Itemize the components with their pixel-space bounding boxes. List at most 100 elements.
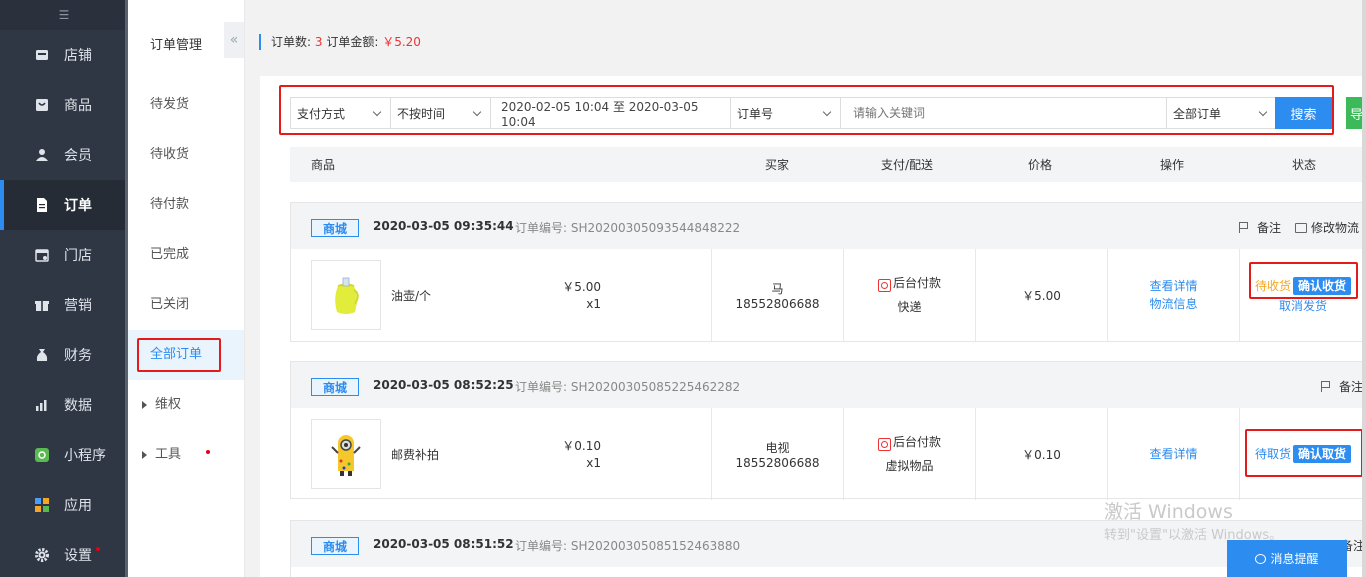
filter-bar: 支付方式 不按时间 2020-02-05 10:04 至 2020-03-05 … — [290, 97, 1277, 129]
time-type-select[interactable]: 不按时间 — [391, 98, 491, 128]
header-action: 操作 — [1160, 158, 1185, 172]
pay-cell: 后台付款 虚拟物品 — [843, 408, 975, 500]
unit-price: ￥5.00 — [562, 280, 601, 294]
nav-item-label: 数据 — [64, 398, 92, 414]
subnav-item-pending-receive[interactable]: 待收货 — [128, 130, 244, 180]
select-value: 订单号 — [737, 106, 774, 121]
select-value: 不按时间 — [397, 106, 446, 121]
order-number: 订单编号: SH20200305085225462282 — [515, 380, 741, 394]
delivery-type: 快递 — [897, 300, 922, 314]
view-detail-link[interactable]: 查看详情 — [1149, 277, 1197, 295]
chevron-down-icon — [372, 107, 382, 116]
product-name[interactable]: 油壶/个 — [391, 287, 431, 304]
nav-item-label: 会员 — [64, 148, 92, 164]
order-card: 商城 2020-03-05 08:52:25 订单编号: SH202003050… — [290, 361, 1366, 500]
subnav-item-pending-ship[interactable]: 待发货 — [128, 80, 244, 130]
order-count-label: 订单数: — [271, 35, 312, 49]
quantity: x1 — [586, 456, 601, 470]
search-button[interactable]: 搜索 — [1275, 97, 1332, 129]
remark-button[interactable]: 备注 — [1321, 378, 1363, 395]
remark-button[interactable]: 备注 — [1239, 219, 1281, 236]
nav-item-member[interactable]: 会员 — [0, 130, 128, 180]
subnav-item-pending-pay[interactable]: 待付款 — [128, 180, 244, 230]
product-thumbnail[interactable] — [311, 260, 381, 330]
nav-item-miniprogram[interactable]: 小程序 — [0, 430, 128, 480]
nav-item-label: 小程序 — [64, 448, 106, 464]
date-range-picker[interactable]: 2020-02-05 10:04 至 2020-03-05 10:04 — [491, 98, 731, 129]
buyer-name: 电视 — [765, 440, 790, 455]
header-product: 商品 — [311, 158, 336, 172]
channel-tag: 商城 — [311, 219, 359, 237]
table-header: 商品 买家 支付/配送 价格 操作 状态 — [290, 147, 1366, 182]
subnav-item-tools[interactable]: 工具 — [128, 430, 244, 480]
nav-item-label: 应用 — [64, 498, 92, 514]
edit-logistics-button[interactable]: 修改物流 — [1295, 219, 1359, 236]
order-body: 油壶/个 ￥5.00 x1 马 18552806688 后台付款 快递 ￥5.0… — [291, 249, 1365, 341]
nav-item-label: 商品 — [64, 98, 92, 114]
nav-item-finance[interactable]: 财务 — [0, 330, 128, 380]
subnav-item-all-orders[interactable]: 全部订单 — [128, 330, 244, 380]
nav-item-order[interactable]: 订单 — [0, 180, 128, 230]
confirm-receipt-button[interactable]: 确认收货 — [1293, 277, 1352, 295]
nav-item-label: 设置 — [64, 548, 92, 564]
buyer-name: 马 — [771, 281, 784, 296]
gift-icon — [34, 297, 50, 313]
order-scope-select[interactable]: 全部订单 — [1167, 98, 1276, 128]
order-count: 3 — [314, 35, 323, 49]
chart-icon — [34, 397, 50, 413]
keyword-input[interactable] — [841, 98, 1167, 128]
windows-activation-watermark: 激活 Windows — [1104, 501, 1233, 523]
buyer-cell: 电视 18552806688 — [711, 408, 843, 500]
chat-bubble-icon — [1255, 553, 1267, 564]
price-cell: ￥0.10 — [975, 408, 1107, 500]
order-body: 邮费补拍 ￥0.10 x1 电视 18552806688 后台付款 虚拟物品 ￥… — [291, 408, 1365, 500]
status-badge: 待收货 — [1254, 279, 1291, 293]
logistics-info-link[interactable]: 物流信息 — [1149, 295, 1197, 313]
header-pay: 支付/配送 — [881, 158, 934, 172]
confirm-pickup-button[interactable]: 确认取货 — [1293, 445, 1352, 463]
nav-item-data[interactable]: 数据 — [0, 380, 128, 430]
page-scrollbar[interactable] — [1362, 0, 1366, 577]
subnav-item-rights[interactable]: 维权 — [128, 380, 244, 430]
message-reminder-label: 消息提醒 — [1270, 552, 1319, 566]
subnav-item-label: 维权 — [155, 397, 182, 412]
nav-item-shop[interactable]: 店铺 — [0, 30, 128, 80]
order-time: 2020-03-05 08:52:25 — [373, 378, 514, 392]
nav-item-goods[interactable]: 商品 — [0, 80, 128, 130]
order-time: 2020-03-05 08:51:52 — [373, 537, 514, 551]
nav-item-apps[interactable]: 应用 — [0, 480, 128, 530]
menu-collapse-button[interactable]: ☰ — [0, 0, 128, 30]
status-badge: 待取货 — [1254, 447, 1291, 461]
message-reminder-button[interactable]: 消息提醒 — [1227, 540, 1347, 577]
order-amount-label: 订单金额: — [326, 35, 379, 49]
header-buyer: 买家 — [765, 158, 790, 172]
product-thumbnail[interactable] — [311, 419, 381, 489]
nav-item-label: 营销 — [64, 298, 92, 314]
order-card: 商城 2020-03-05 09:35:44 订单编号: SH202003050… — [290, 202, 1366, 342]
pay-method: 后台付款 — [892, 435, 941, 449]
payment-icon — [877, 279, 891, 292]
subnav-collapse-button[interactable]: « — [224, 22, 244, 58]
chevron-down-icon — [1258, 107, 1268, 116]
subnav-item-completed[interactable]: 已完成 — [128, 230, 244, 280]
unit-price: ￥0.10 — [562, 439, 601, 453]
buyer-phone: 18552806688 — [735, 296, 820, 311]
money-bag-icon — [34, 347, 50, 363]
subnav-item-closed[interactable]: 已关闭 — [128, 280, 244, 330]
order-icon — [34, 197, 50, 213]
nav-item-store[interactable]: 门店 — [0, 230, 128, 280]
view-detail-link[interactable]: 查看详情 — [1149, 445, 1197, 463]
pay-method-select[interactable]: 支付方式 — [291, 98, 391, 128]
product-name[interactable]: 邮费补拍 — [391, 446, 439, 463]
apps-icon — [34, 497, 50, 513]
chevron-down-icon — [472, 107, 482, 116]
cancel-shipment-link[interactable]: 取消发货 — [1279, 297, 1327, 315]
order-header: 商城 2020-03-05 09:35:44 订单编号: SH202003050… — [291, 203, 1365, 249]
subnav-title: 订单管理 — [150, 38, 203, 53]
status-cell: 待收货 确认收货 取消发货 — [1239, 249, 1366, 341]
nav-item-settings[interactable]: 设置 — [0, 530, 128, 577]
buyer-phone: 18552806688 — [735, 455, 820, 470]
status-cell: 待取货 确认取货 — [1239, 408, 1366, 500]
nav-item-marketing[interactable]: 营销 — [0, 280, 128, 330]
keyword-type-select[interactable]: 订单号 — [731, 98, 841, 128]
